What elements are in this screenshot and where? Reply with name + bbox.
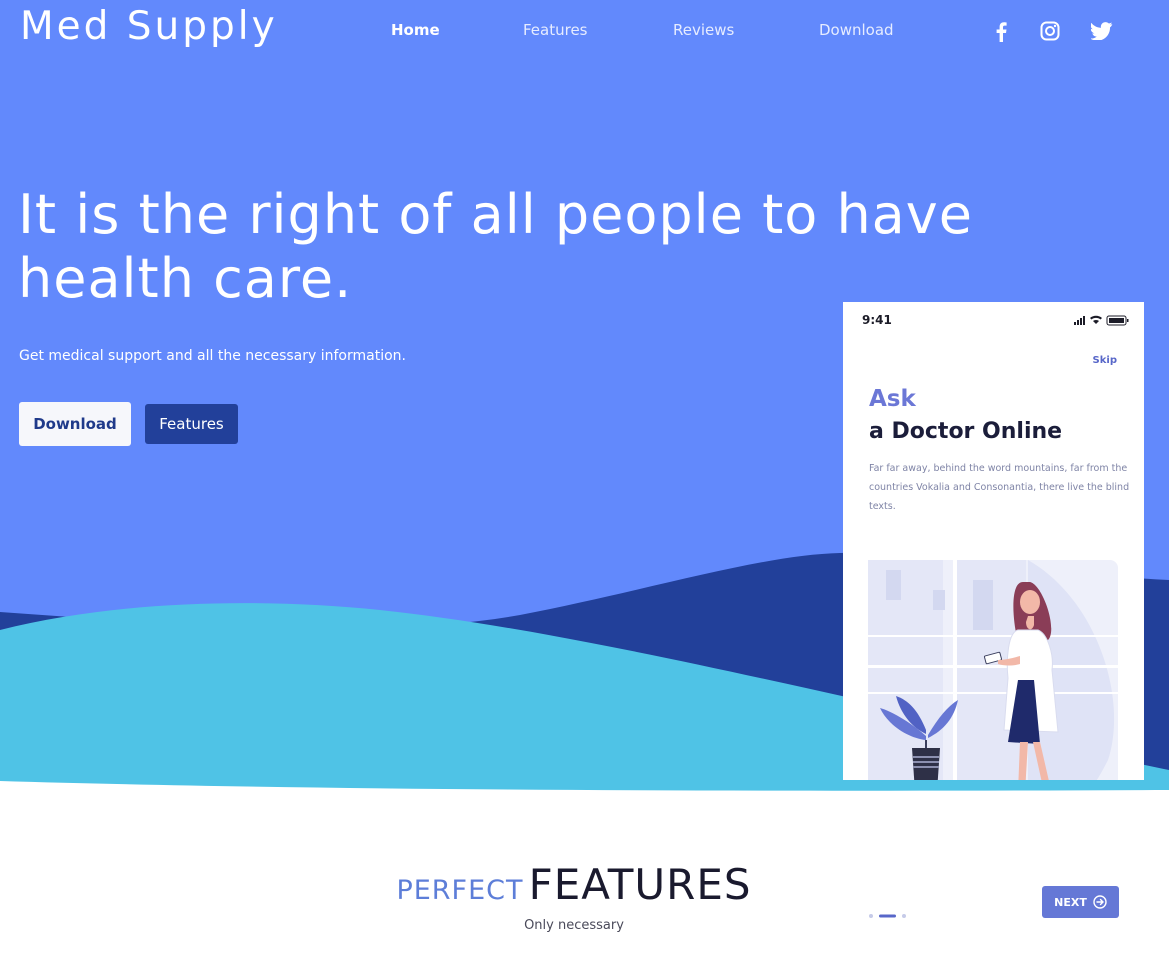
phone-title: a Doctor Online [869,419,1063,444]
phone-ask-text: Ask [869,386,916,412]
nav-download[interactable]: Download [819,21,894,39]
phone-description: Far far away, behind the word mountains,… [869,463,1130,512]
phone-status-icons [1074,315,1129,326]
skip-link[interactable]: Skip [1093,355,1117,366]
features-heading-light: PERFECT [396,875,524,906]
facebook-icon[interactable] [989,19,1013,43]
features-heading-dark: FEATURES [528,860,752,909]
download-button[interactable]: Download [19,402,131,446]
doctor-illustration [868,560,1118,780]
nav-features[interactable]: Features [523,21,588,39]
twitter-icon[interactable] [1090,19,1114,43]
phone-time: 9:41 [862,313,892,327]
hero-subline: Get medical support and all the necessar… [19,348,406,364]
instagram-icon[interactable] [1038,19,1062,43]
phone-mockup: 9:41 Skip Ask a Doctor Online Far far aw… [843,302,1144,780]
nav-home[interactable]: Home [391,21,440,39]
features-button[interactable]: Features [145,404,238,444]
features-heading: PERFECT FEATURES [0,860,1148,909]
features-subtitle: Only necessary [524,918,624,933]
hero-headline: It is the right of all people to have he… [18,183,973,310]
landing-page: Med Supply Home Features Reviews Downloa… [0,0,1169,955]
nav-reviews[interactable]: Reviews [673,21,734,39]
